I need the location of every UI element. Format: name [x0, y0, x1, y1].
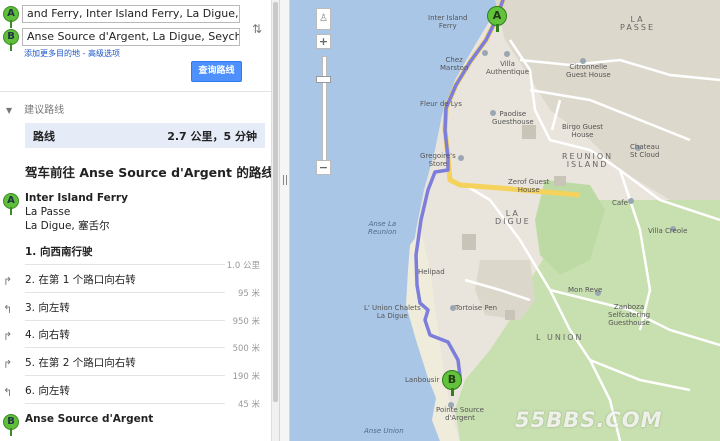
origin-input[interactable]: and Ferry, Inter Island Ferry, La Digue,…	[22, 5, 240, 23]
label-chateau: Chateau St Cloud	[630, 143, 660, 159]
label-anse-la-reunion: Anse La Reunion	[368, 220, 397, 236]
label-mon-reve: Mon Reve	[568, 286, 603, 294]
label-paodise: Paodise Guesthouse	[492, 110, 534, 126]
label-pointe-source: Pointe Source d'Argent	[436, 406, 484, 422]
map-pin-b-letter: B	[442, 370, 462, 390]
label-citronnelle: Citronnelle Guest House	[566, 63, 611, 79]
zoom-slider-track[interactable]	[322, 56, 327, 162]
suggested-routes-toggle[interactable]: ▼ 建议路线	[6, 101, 64, 116]
label-la-digue: LA DIGUE	[495, 209, 531, 226]
label-union-chalets: L' Union Chalets La Digue	[364, 304, 421, 320]
zoom-out-button[interactable]: −	[316, 160, 331, 175]
step-distance: 1.0 公里	[226, 261, 260, 271]
swap-directions-icon[interactable]: ⇅	[249, 20, 265, 38]
route-label: 路线	[33, 130, 55, 143]
right-turn-icon: ↱	[3, 358, 13, 371]
label-zanboza: Zanboza Selfcatering Guesthouse	[608, 303, 651, 327]
zoom-control: ♙ + −	[314, 8, 334, 178]
direction-step[interactable]: 1. 向西南行驶 1.0 公里	[0, 244, 262, 271]
direction-step[interactable]: ↰ 6. 向左转 45 米	[0, 383, 262, 410]
building	[462, 234, 476, 250]
step-distance: 950 米	[232, 317, 260, 327]
destination-input[interactable]: Anse Source d'Argent, La Digue, Seychell…	[22, 28, 240, 46]
direction-step[interactable]: ↱ 2. 在第 1 个路口向右转 95 米	[0, 272, 262, 299]
step-distance: 500 米	[232, 344, 260, 354]
building	[505, 310, 515, 320]
label-gregoire: Gregoire's Store	[420, 152, 456, 168]
poi-icon	[458, 155, 464, 161]
zoom-slider-thumb[interactable]	[316, 76, 331, 83]
directions-panel: A and Ferry, Inter Island Ferry, La Digu…	[0, 0, 271, 441]
label-la-passe: LA PASSE	[620, 15, 655, 32]
map-view[interactable]: Inter Island Ferry LA PASSE Chez Marston Vi…	[290, 0, 720, 441]
step-text: 2. 在第 1 个路口向右转	[25, 274, 136, 286]
origin-name: Inter Island Ferry	[25, 192, 128, 204]
suggested-routes-label: 建议路线	[24, 105, 65, 116]
destination-step-marker-icon: B	[3, 414, 19, 436]
label-chez-marston: Chez Marston	[440, 56, 469, 72]
right-turn-icon: ↱	[3, 275, 13, 288]
watermark: 55BBS.COM	[515, 408, 663, 432]
panel-splitter[interactable]	[279, 0, 290, 441]
label-zerof: Zerof Guest House	[508, 178, 550, 194]
label-villa-creole: Villa Creole	[648, 227, 688, 235]
building	[554, 176, 566, 186]
label-inter-island-ferry: Inter Island Ferry	[428, 14, 468, 30]
destination-name: Anse Source d'Argent	[25, 413, 154, 425]
cafe-icon	[628, 198, 634, 204]
step-text: 5. 在第 2 个路口向右转	[25, 357, 136, 369]
origin-marker-icon: A	[3, 6, 19, 28]
zoom-in-button[interactable]: +	[316, 34, 331, 49]
map-pin-b-icon[interactable]: B	[442, 370, 462, 396]
step-text: 1. 向西南行驶	[25, 246, 93, 258]
label-l-union: L UNION	[536, 333, 584, 342]
poi-icon	[504, 51, 510, 57]
step-text: 3. 向左转	[25, 302, 70, 314]
direction-step[interactable]: ↱ 5. 在第 2 个路口向右转 190 米	[0, 355, 262, 382]
search-route-button[interactable]: 查询路线	[191, 61, 242, 82]
map-pin-a-icon[interactable]: A	[487, 6, 507, 32]
directions-heading: 驾车前往 Anse Source d'Argent 的路线	[25, 165, 271, 180]
origin-line3: La Digue, 塞舌尔	[25, 220, 110, 232]
label-birgo: Birgo Guest House	[562, 123, 604, 139]
step-text: 4. 向右转	[25, 329, 70, 341]
label-lanbousir: Lanbousir	[405, 376, 440, 384]
collapse-grip-icon[interactable]	[283, 175, 287, 185]
origin-step-marker-icon: A	[3, 193, 19, 215]
advanced-options-link[interactable]: 高级选项	[88, 49, 120, 58]
left-turn-icon: ↰	[3, 303, 13, 316]
add-links: 添加更多目的地 - 高级选项	[24, 49, 120, 58]
step-text: 6. 向左转	[25, 385, 70, 397]
building	[522, 125, 536, 139]
collapse-triangle-icon: ▼	[6, 106, 13, 115]
map-pin-a-letter: A	[487, 6, 507, 26]
step-distance: 45 米	[237, 400, 260, 410]
label-reunion-island: REUNION ISLAND	[562, 152, 614, 169]
origin-address: Inter Island Ferry La Passe La Digue, 塞舌…	[25, 191, 128, 233]
right-turn-icon: ↱	[3, 330, 13, 343]
step-distance: 95 米	[237, 289, 260, 299]
step-distance: 190 米	[232, 372, 260, 382]
divider	[0, 91, 271, 92]
label-cafe: Cafe	[612, 199, 628, 207]
route-summary: 2.7 公里，5 分钟	[167, 130, 257, 143]
add-destination-link[interactable]: 添加更多目的地	[24, 49, 80, 58]
label-villa-authentique: Villa Authentique	[486, 60, 530, 76]
poi-icon	[482, 50, 488, 56]
label-tortoise-pen: Tortoise Pen	[455, 304, 498, 312]
left-turn-icon: ↰	[3, 386, 13, 399]
destination-marker-icon: B	[3, 29, 19, 51]
route-option[interactable]: 路线 2.7 公里，5 分钟	[25, 123, 265, 148]
origin-line2: La Passe	[25, 206, 71, 218]
direction-step[interactable]: ↱ 4. 向右转 500 米	[0, 327, 262, 354]
label-helipad: Helipad	[418, 268, 445, 276]
panel-scrollbar[interactable]	[271, 0, 279, 441]
scrollbar-thumb[interactable]	[273, 2, 278, 402]
label-fleur-de-lys: Fleur de Lys	[420, 100, 462, 108]
direction-step[interactable]: ↰ 3. 向左转 950 米	[0, 300, 262, 327]
label-anse-union: Anse Union	[364, 427, 404, 435]
pegman-icon[interactable]: ♙	[316, 8, 331, 30]
